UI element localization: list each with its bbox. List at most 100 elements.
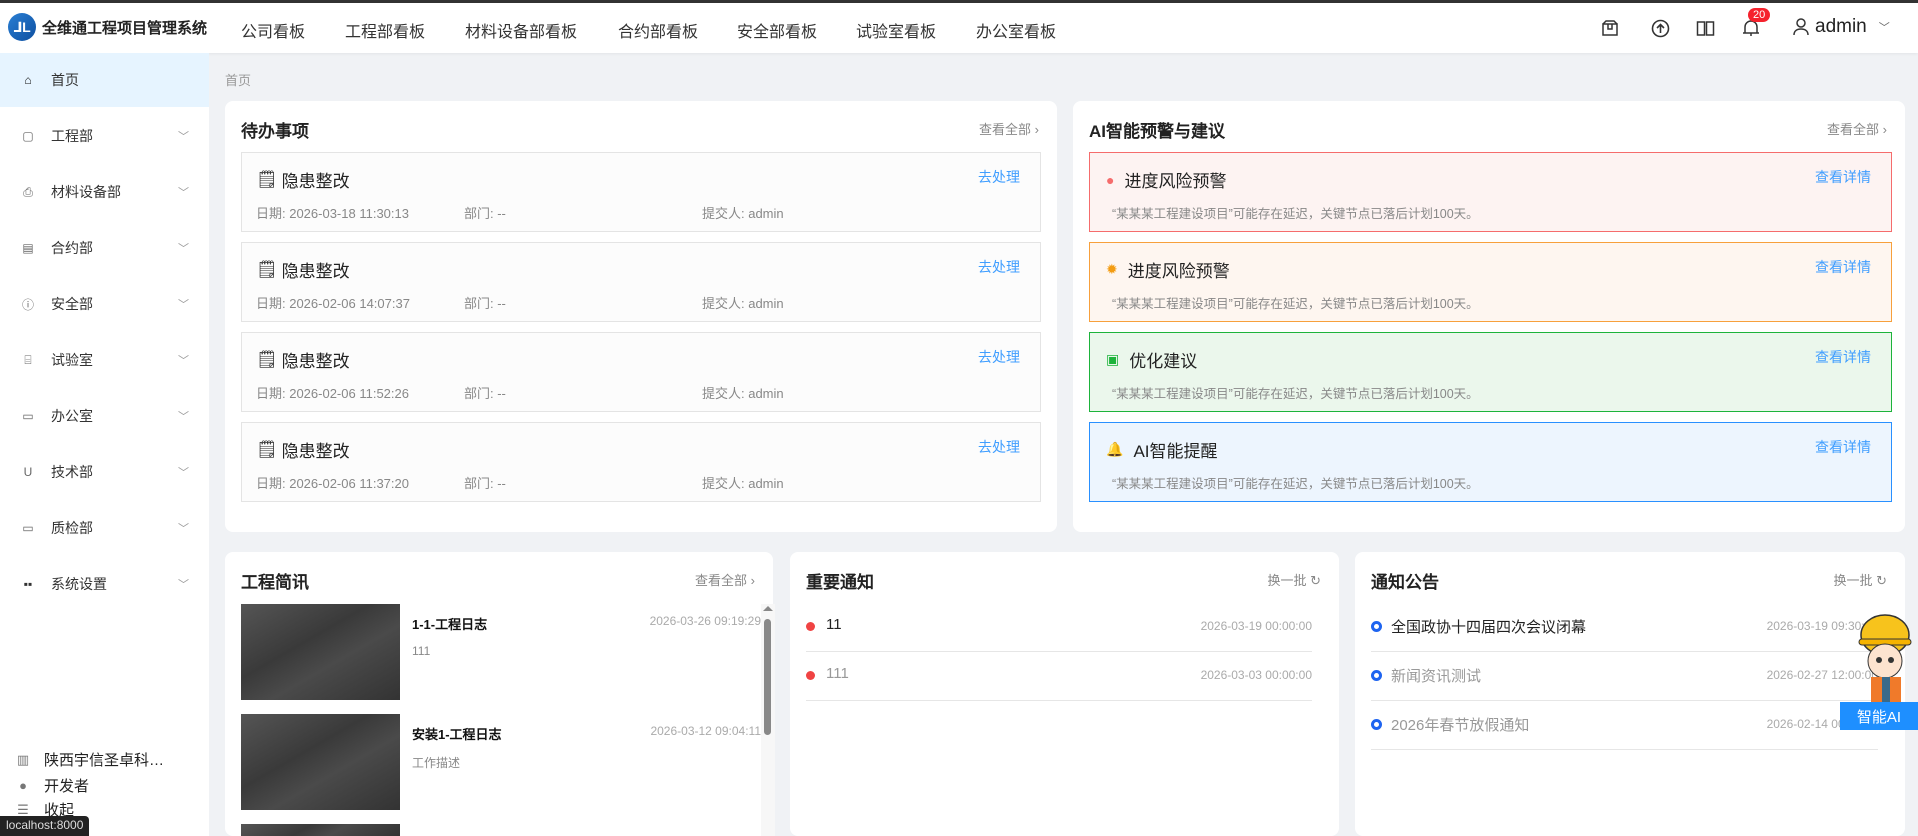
view-details-button[interactable]: 查看详情 [1815,257,1871,277]
todo-item[interactable]: 🗒 隐患整改 去处理 日期: 2026-02-06 11:37:20 部门: -- 提交人… [241,422,1041,502]
ai-alert-title: ● 进度风险预警 [1106,171,1227,192]
company-name[interactable]: ▥ 陕西宇信圣卓科… [16,749,164,770]
process-button[interactable]: 去处理 [978,167,1020,187]
breadcrumb: 首页 [225,73,252,88]
notices-refresh-button[interactable]: 换一批 ↻ [1833,570,1887,589]
ai-alert-item[interactable]: 🔔 AI智能提醒 “某某某工程建设项目”可能存在延迟，关键节点已落后计划100天。 查… [1089,422,1892,502]
document-icon: ▤ [22,241,34,255]
notice-row[interactable]: 新闻资讯测试 2026-02-27 12:00:00 [1371,652,1878,701]
nav-lab-board[interactable]: 试验室看板 [856,18,936,42]
notice-row[interactable]: 2026年春节放假通知 2026-02-14 00:00:00 [1371,701,1878,750]
todo-submitter: 提交人: admin [702,386,784,401]
ai-alert-item[interactable]: ● 进度风险预警 “某某某工程建设项目”可能存在延迟，关键节点已落后计划100天。 查… [1089,152,1892,232]
ai-title: AI智能预警与建议 [1089,122,1225,141]
todo-item[interactable]: 🗒 隐患整改 去处理 日期: 2026-02-06 11:52:26 部门: -- 提交人… [241,332,1041,412]
ai-assistant-button[interactable]: 智能AI [1840,702,1918,730]
news-date: 2026-03-12 09:04:11 [650,724,761,738]
nav-safety-board[interactable]: 安全部看板 [737,18,817,42]
chevron-down-icon: ﹀ [178,411,189,423]
nav-engineering-board[interactable]: 工程部看板 [345,18,425,42]
todo-item-title: 🗒 隐患整改 [256,169,350,192]
process-button[interactable]: 去处理 [978,257,1020,277]
sidebar-item-quality[interactable]: ▭ 质检部 ﹀ [0,501,209,555]
announcement-card: 通知公告 换一批 ↻ 全国政协十四届四次会议闭幕 2026-03-19 09:30… [1355,552,1905,836]
ai-alert-item[interactable]: ▣ 优化建议 “某某某工程建设项目”可能存在延迟，关键节点已落后计划100天。 查看详… [1089,332,1892,412]
view-details-button[interactable]: 查看详情 [1815,167,1871,187]
chevron-down-icon: ﹀ [178,467,189,479]
news-view-all-link[interactable]: 查看全部 › [695,570,755,589]
sidebar-item-office[interactable]: ▭ 办公室 ﹀ [0,389,209,443]
company-icon: ▥ [16,751,30,767]
nav-company-board[interactable]: 公司看板 [241,18,305,42]
ai-alert-description: “某某某工程建设项目”可能存在延迟，关键节点已落后计划100天。 [1112,297,1479,311]
book-icon[interactable] [1694,17,1716,39]
sidebar-item-label: 材料设备部 [51,184,121,200]
news-item[interactable] [241,824,761,836]
ring-icon [1371,670,1382,681]
todo-item[interactable]: 🗒 隐患整改 去处理 日期: 2026-03-18 11:30:13 部门: -- 提交人… [241,152,1041,232]
app-logo[interactable]: ⅃L 全维通工程项目管理系统 [8,13,207,41]
sidebar-item-label: 质检部 [51,520,93,536]
sidebar: ⌂ 首页 ▢ 工程部 ﹀ ⎙ 材料设备部 ﹀ ▤ 合约部 ﹀ ⓘ 安全部 ﹀ ⌸ 试验室 ﹀ ▭ 办公室… [0,53,209,836]
bell-icon: 🔔 [1106,441,1124,457]
todo-title: 待办事项 [241,122,309,141]
app-title: 全维通工程项目管理系统 [42,19,208,37]
sidebar-item-lab[interactable]: ⌸ 试验室 ﹀ [0,333,209,387]
todo-date: 日期: 2026-03-18 11:30:13 [256,206,409,221]
todo-item[interactable]: 🗒 隐患整改 去处理 日期: 2026-02-06 14:07:37 部门: -- 提交人… [241,242,1041,322]
chevron-down-icon: ﹀ [178,243,189,255]
sidebar-item-engineering[interactable]: ▢ 工程部 ﹀ [0,109,209,163]
sidebar-item-label: 试验室 [51,352,93,368]
ai-alert-description: “某某某工程建设项目”可能存在延迟，关键节点已落后计划100天。 [1112,477,1479,491]
process-button[interactable]: 去处理 [978,347,1020,367]
user-icon [1793,18,1809,36]
chevron-down-icon: ﹀ [1878,22,1890,34]
warning-icon: ⓘ [21,297,34,312]
user-menu[interactable]: admin ﹀ [1793,16,1890,38]
sidebar-item-label: 安全部 [51,296,93,312]
ai-alert-title: 🔔 AI智能提醒 [1106,441,1218,461]
ai-alert-item[interactable]: ✹ 进度风险预警 “某某某工程建设项目”可能存在延迟，关键节点已落后计划100天。 查… [1089,242,1892,322]
news-title: 安装1-工程日志 [412,727,502,742]
todo-department: 部门: -- [464,206,506,221]
user-role[interactable]: ● 开发者 [16,775,89,796]
sidebar-item-materials[interactable]: ⎙ 材料设备部 ﹀ [0,165,209,219]
scroll-up-icon[interactable] [763,606,773,611]
ai-alert-description: “某某某工程建设项目”可能存在延迟，关键节点已落后计划100天。 [1112,207,1479,221]
notice-row[interactable]: 11 2026-03-19 00:00:00 [806,603,1312,652]
package-icon[interactable] [1599,17,1621,39]
todo-date: 日期: 2026-02-06 11:37:20 [256,476,409,491]
important-refresh-button[interactable]: 换一批 ↻ [1267,570,1321,589]
sidebar-item-settings[interactable]: ▪▪ 系统设置 ﹀ [0,557,209,611]
process-button[interactable]: 去处理 [978,437,1020,457]
todo-view-all-link[interactable]: 查看全部 › [979,119,1039,138]
role-label: 开发者 [44,778,90,795]
view-details-button[interactable]: 查看详情 [1815,437,1871,457]
ai-view-all-link[interactable]: 查看全部 › [1827,119,1887,138]
notice-title: 111 [826,665,849,682]
nav-contract-board[interactable]: 合约部看板 [618,18,698,42]
ai-assistant-mascot[interactable] [1855,605,1918,705]
scrollbar-thumb[interactable] [764,619,771,735]
news-title: 1-1-工程日志 [412,617,488,632]
upload-icon[interactable] [1649,17,1671,39]
nav-materials-board[interactable]: 材料设备部看板 [465,18,577,42]
news-summary: 工作描述 [412,756,461,770]
status-url: localhost:8000 [0,816,90,836]
sidebar-item-tech[interactable]: U 技术部 ﹀ [0,445,209,499]
sidebar-item-contract[interactable]: ▤ 合约部 ﹀ [0,221,209,275]
red-dot-icon [806,622,815,631]
news-item[interactable]: 安装1-工程日志 2026-03-12 09:04:11 工作描述 [241,714,761,810]
nav-office-board[interactable]: 办公室看板 [976,18,1056,42]
news-scrollbar[interactable] [761,604,775,836]
news-item[interactable]: 1-1-工程日志 2026-03-26 09:19:29 111 [241,604,761,700]
ring-icon [1371,719,1382,730]
view-details-button[interactable]: 查看详情 [1815,347,1871,367]
suggestion-icon: ▣ [1106,351,1120,367]
sidebar-item-safety[interactable]: ⓘ 安全部 ﹀ [0,277,209,331]
notice-row[interactable]: 全国政协十四届四次会议闭幕 2026-03-19 09:30:00 [1371,603,1878,652]
notice-row[interactable]: 111 2026-03-03 00:00:00 [806,652,1312,701]
sidebar-item-label: 办公室 [51,408,93,424]
sidebar-item-home[interactable]: ⌂ 首页 [0,53,209,107]
news-card: 工程简讯 查看全部 › 1-1-工程日志 2026-03-26 09:19:29 1… [225,552,775,836]
